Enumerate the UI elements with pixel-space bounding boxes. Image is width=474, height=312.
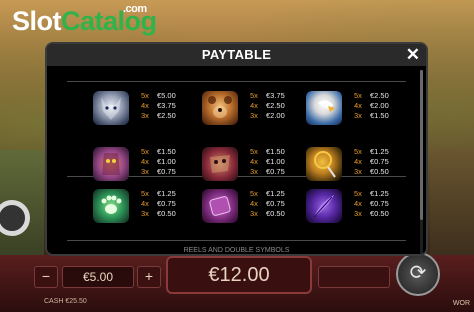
- top-divider: [67, 81, 406, 82]
- multiplier: 5x: [250, 147, 258, 156]
- payout: €0.75: [266, 167, 285, 176]
- totem-icon: [93, 147, 129, 181]
- pay-values: 5x €1.25 4x €0.75 3x €0.50: [354, 147, 389, 177]
- payout: €1.25: [266, 189, 285, 198]
- paytable-entry: 5x €1.50 4x €1.00 3x €0.75: [93, 147, 203, 183]
- multiplier: 4x: [141, 157, 149, 166]
- multiplier: 4x: [141, 101, 149, 110]
- paytable-entry: 5x €1.25 4x €0.75 3x €0.50: [202, 189, 312, 225]
- corner-text: WOR: [452, 300, 470, 307]
- bet-value: €5.00: [62, 266, 134, 288]
- pay-values: 5x €1.50 4x €1.00 3x €0.75: [250, 147, 285, 177]
- modal-title: PAYTABLE: [201, 47, 272, 62]
- wolf-icon: [93, 91, 129, 125]
- pay-values: 5x €5.00 4x €3.75 3x €2.50: [141, 91, 176, 121]
- pay-values: 5x €2.50 4x €2.00 3x €1.50: [354, 91, 389, 121]
- spin-button[interactable]: ⟳: [396, 252, 440, 296]
- multiplier: 4x: [354, 101, 362, 110]
- paytable-footer-text: REELS AND DOUBLE SYMBOLS: [183, 247, 290, 254]
- paytable-modal: PAYTABLE ✕ 5x €5.00 4x €3.75 3x €2.50 5x €3.…: [45, 42, 428, 256]
- bottom-divider: [67, 240, 406, 241]
- paytable-entry: 5x €3.75 4x €2.50 3x €2.00: [202, 91, 312, 127]
- paw-icon: [93, 189, 129, 223]
- payout: €0.75: [370, 157, 389, 166]
- payout: €0.50: [370, 209, 389, 218]
- multiplier: 5x: [354, 147, 362, 156]
- multiplier: 3x: [250, 111, 258, 120]
- payout: €1.50: [266, 147, 285, 156]
- payout: €3.75: [157, 101, 176, 110]
- payout: €0.75: [266, 199, 285, 208]
- payout: €2.50: [266, 101, 285, 110]
- scrollbar-thumb[interactable]: [420, 70, 423, 220]
- multiplier: 4x: [354, 199, 362, 208]
- feather-icon: [306, 189, 342, 223]
- multiplier: 3x: [250, 167, 258, 176]
- dreamcatcher-icon: [306, 147, 342, 181]
- multiplier: 5x: [250, 91, 258, 100]
- multiplier: 3x: [250, 209, 258, 218]
- drum-icon: [202, 189, 238, 223]
- close-button[interactable]: ✕: [406, 45, 420, 65]
- paytable-entry: 5x €5.00 4x €3.75 3x €2.50: [93, 91, 203, 127]
- multiplier: 4x: [141, 199, 149, 208]
- paytable-entry: 5x €1.25 4x €0.75 3x €0.50: [306, 189, 416, 225]
- multiplier: 4x: [354, 157, 362, 166]
- pay-values: 5x €1.25 4x €0.75 3x €0.50: [141, 189, 176, 219]
- mask-icon: [202, 147, 238, 181]
- payout: €1.25: [370, 189, 389, 198]
- multiplier: 5x: [354, 189, 362, 198]
- multiplier: 5x: [141, 91, 149, 100]
- paytable-entry: 5x €2.50 4x €2.00 3x €1.50: [306, 91, 416, 127]
- payout: €1.25: [157, 189, 176, 198]
- payout: €0.75: [157, 167, 176, 176]
- payout: €1.50: [370, 111, 389, 120]
- pay-values: 5x €1.25 4x €0.75 3x €0.50: [354, 189, 389, 219]
- multiplier: 5x: [354, 91, 362, 100]
- bear-icon: [202, 91, 238, 125]
- pay-values: 5x €1.50 4x €1.00 3x €0.75: [141, 147, 176, 177]
- paytable-entry: 5x €1.25 4x €0.75 3x €0.50: [93, 189, 203, 225]
- pay-values: 5x €1.25 4x €0.75 3x €0.50: [250, 189, 285, 219]
- watermark-com: .com: [123, 3, 147, 15]
- paytable-entry: 5x €1.25 4x €0.75 3x €0.50: [306, 147, 416, 183]
- balance-text: CASH €25.50: [44, 298, 87, 305]
- multiplier: 4x: [250, 101, 258, 110]
- multiplier: 3x: [141, 111, 149, 120]
- autoplay-button[interactable]: [318, 266, 390, 288]
- payout: €2.00: [370, 101, 389, 110]
- multiplier: 5x: [250, 189, 258, 198]
- multiplier: 3x: [141, 209, 149, 218]
- slotcatalog-watermark: SlotCatalog .com: [12, 4, 157, 36]
- multiplier: 3x: [141, 167, 149, 176]
- paytable-entry: 5x €1.50 4x €1.00 3x €0.75: [202, 147, 312, 183]
- payout: €0.50: [370, 167, 389, 176]
- watermark-slot: Slot: [12, 6, 62, 36]
- payout: €2.50: [370, 91, 389, 100]
- win-display: €12.00: [166, 256, 312, 294]
- payout: €1.00: [157, 157, 176, 166]
- payout: €2.00: [266, 111, 285, 120]
- bet-increase-button[interactable]: +: [137, 266, 161, 288]
- payout: €0.75: [370, 199, 389, 208]
- multiplier: 5x: [141, 147, 149, 156]
- payout: €3.75: [266, 91, 285, 100]
- payout: €1.00: [266, 157, 285, 166]
- payout: €1.25: [370, 147, 389, 156]
- payout: €5.00: [157, 91, 176, 100]
- payout: €0.50: [157, 209, 176, 218]
- payout: €1.50: [157, 147, 176, 156]
- payout: €0.75: [157, 199, 176, 208]
- bet-decrease-button[interactable]: −: [34, 266, 58, 288]
- eagle-icon: [306, 91, 342, 125]
- payout: €0.50: [266, 209, 285, 218]
- multiplier: 3x: [354, 209, 362, 218]
- multiplier: 4x: [250, 157, 258, 166]
- multiplier: 5x: [141, 189, 149, 198]
- multiplier: 4x: [250, 199, 258, 208]
- multiplier: 3x: [354, 111, 362, 120]
- payout: €2.50: [157, 111, 176, 120]
- multiplier: 3x: [354, 167, 362, 176]
- pay-values: 5x €3.75 4x €2.50 3x €2.00: [250, 91, 285, 121]
